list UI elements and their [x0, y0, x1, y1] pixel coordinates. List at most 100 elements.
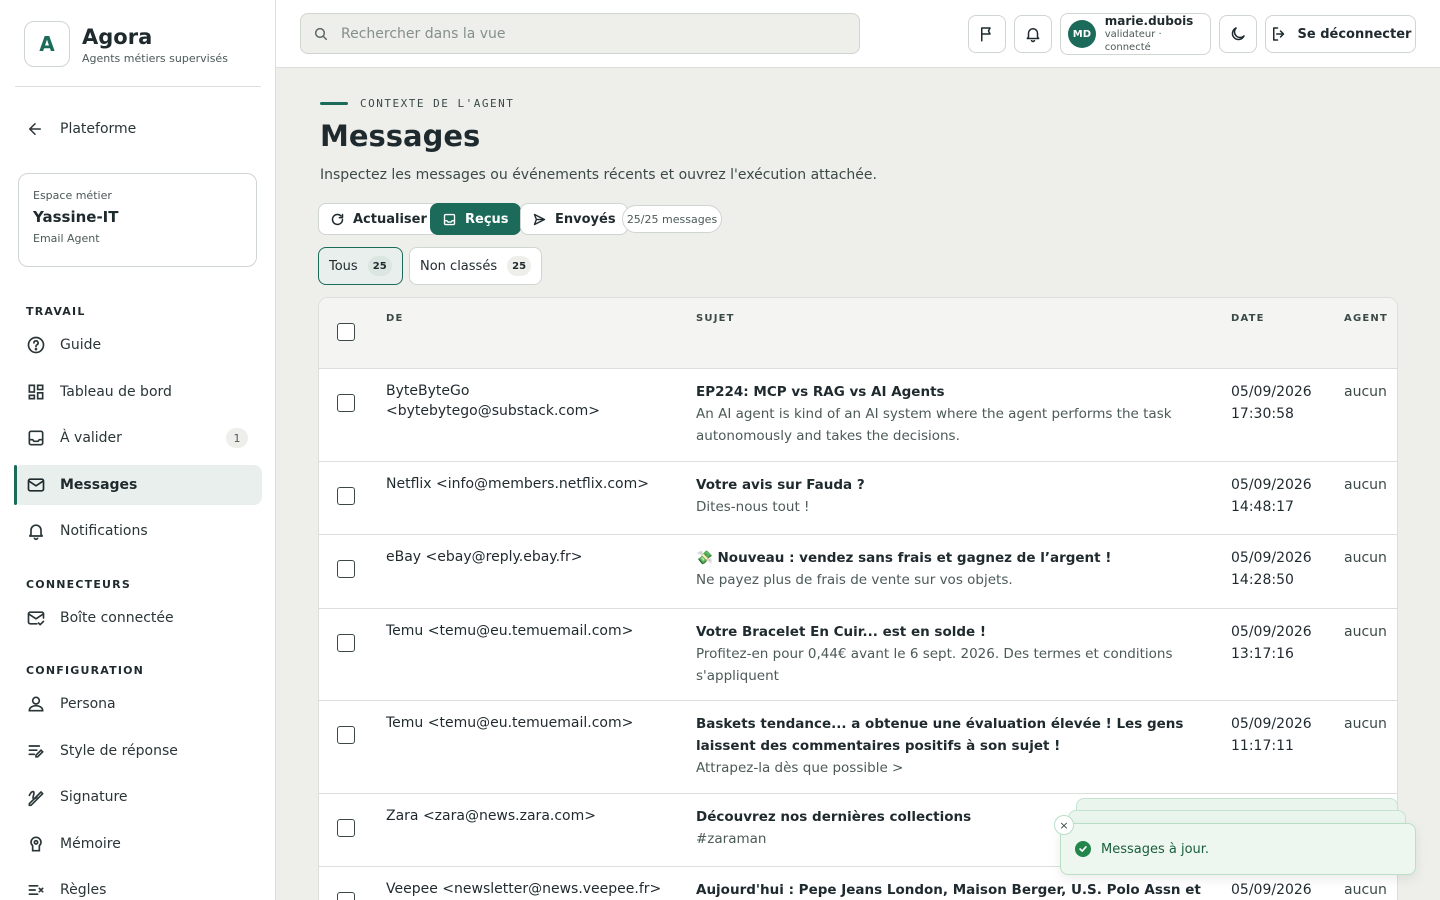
filter-unclassified[interactable]: Non classés 25	[409, 247, 543, 285]
sidebar-item-label: Règles	[60, 882, 107, 898]
theme-toggle-button[interactable]	[1219, 15, 1257, 53]
subject-title: Votre avis sur Fauda ?	[696, 477, 865, 493]
subject-preview: Ne payez plus de frais de vente sur vos …	[696, 572, 1013, 588]
page-eyebrow: CONTEXTE DE L'AGENT	[320, 97, 514, 110]
cell-from: Netflix <info@members.netflix.com>	[386, 476, 649, 492]
sidebar-item-rules[interactable]: Règles	[14, 870, 262, 900]
sidebar-item-label: Guide	[60, 337, 102, 353]
received-tab[interactable]: Reçus	[430, 203, 521, 235]
mail-icon	[27, 478, 45, 492]
subject-preview: An AI agent is kind of an AI system wher…	[696, 406, 1172, 444]
subject-title: EP224: MCP vs RAG vs AI Agents	[696, 384, 945, 400]
subject-title: 💸 Nouveau : vendez sans frais et gagnez …	[696, 550, 1112, 566]
arrow-left-icon	[29, 123, 41, 135]
table-row[interactable]: ByteByteGo <bytebytego@substack.com> EP2…	[319, 369, 1397, 462]
date-day: 05/09/2026	[1231, 624, 1312, 640]
column-header-subject: SUJET	[696, 313, 735, 324]
sidebar-item-reply-style[interactable]: Style de réponse	[14, 731, 262, 771]
refresh-label: Actualiser	[353, 211, 427, 227]
workspace-label: Espace métier	[33, 189, 112, 202]
logout-button[interactable]: Se déconnecter	[1265, 15, 1416, 53]
sidebar-item-connected-inbox[interactable]: Boîte connectée	[14, 598, 262, 638]
cell-date: 05/09/2026 14:48:17	[1231, 474, 1321, 518]
subject-preview: Profitez-en pour 0,44€ avant le 6 sept. …	[696, 646, 1173, 684]
sidebar-item-memory[interactable]: Mémoire	[14, 824, 262, 864]
sidebar-item-to-validate[interactable]: À valider 1	[14, 418, 262, 458]
date-time: 13:17:16	[1231, 646, 1294, 662]
sidebar-item-signature[interactable]: Signature	[14, 777, 262, 817]
dashboard-icon	[28, 384, 44, 400]
filter-count: 25	[507, 256, 532, 276]
moon-icon	[1231, 27, 1245, 41]
row-checkbox[interactable]	[337, 726, 355, 744]
toast-message: Messages à jour.	[1101, 841, 1210, 857]
table-row[interactable]: Netflix <info@members.netflix.com> Votre…	[319, 462, 1397, 535]
sidebar-item-notifications[interactable]: Notifications	[14, 511, 262, 551]
date-time: 11:17:11	[1231, 738, 1294, 754]
date-time: 14:48:17	[1231, 499, 1294, 515]
page-description: Inspectez les messages ou événements réc…	[320, 167, 877, 183]
row-checkbox[interactable]	[337, 560, 355, 578]
cell-date: 05/09/2026 17:30:58	[1231, 381, 1321, 425]
avatar: MD	[1068, 20, 1096, 48]
topbar: MD marie.dubois validateur · connecté Se…	[276, 0, 1440, 68]
page-title: Messages	[320, 119, 481, 153]
date-day: 05/09/2026	[1231, 882, 1312, 898]
row-checkbox[interactable]	[337, 892, 355, 900]
refresh-icon	[331, 213, 344, 225]
row-checkbox[interactable]	[337, 394, 355, 412]
search-box[interactable]	[300, 13, 860, 54]
table-row[interactable]: eBay <ebay@reply.ebay.fr> 💸 Nouveau : ve…	[319, 535, 1397, 609]
mail-check-icon	[27, 611, 45, 626]
select-all-checkbox[interactable]	[337, 323, 355, 341]
brand-subtitle: Agents métiers supervisés	[82, 51, 228, 65]
logout-icon	[1272, 27, 1284, 41]
sent-label: Envoyés	[555, 211, 616, 227]
rules-icon	[28, 885, 44, 895]
row-checkbox[interactable]	[337, 487, 355, 505]
sidebar-item-dashboard[interactable]: Tableau de bord	[14, 372, 262, 412]
filter-label: Non classés	[420, 258, 498, 274]
sidebar-item-messages[interactable]: Messages	[14, 465, 262, 505]
toast-close-button[interactable]: ×	[1054, 815, 1074, 835]
sidebar-item-guide[interactable]: Guide	[14, 325, 262, 365]
column-header-agent: AGENT	[1344, 313, 1388, 324]
sidebar-item-persona[interactable]: Persona	[14, 684, 262, 724]
sidebar-item-label: Messages	[60, 477, 138, 493]
cell-from: Temu <temu@eu.temuemail.com>	[386, 623, 634, 639]
cell-date: 05/09/2026 13:17:16	[1231, 621, 1321, 665]
cell-subject: EP224: MCP vs RAG vs AI Agents An AI age…	[696, 381, 1201, 447]
date-day: 05/09/2026	[1231, 550, 1312, 566]
brand[interactable]: A Agora Agents métiers supervisés	[24, 21, 228, 67]
table-row[interactable]: Temu <temu@eu.temuemail.com> Baskets ten…	[319, 701, 1397, 794]
column-header-date: DATE	[1231, 313, 1265, 324]
nav-section-work: TRAVAIL	[26, 305, 86, 318]
cell-from: Veepee <newsletter@news.veepee.fr>	[386, 881, 662, 897]
back-to-platform-link[interactable]: Plateforme	[26, 120, 136, 138]
user-name: marie.dubois	[1104, 14, 1194, 28]
filter-all[interactable]: Tous 25	[318, 247, 403, 285]
cell-from: eBay <ebay@reply.ebay.fr>	[386, 549, 583, 565]
table-row[interactable]: Temu <temu@eu.temuemail.com> Votre Brace…	[319, 609, 1397, 701]
workspace-card[interactable]: Espace métier Yassine-IT Email Agent	[18, 173, 257, 267]
cell-date: 05/09/2026 14:28:50	[1231, 547, 1321, 591]
sidebar-item-label: Mémoire	[60, 836, 121, 852]
subject-title: Aujourd'hui : Pepe Jeans London, Maison …	[696, 882, 1201, 898]
notifications-button[interactable]	[1014, 15, 1052, 53]
user-menu[interactable]: MD marie.dubois validateur · connecté	[1060, 13, 1211, 55]
row-checkbox[interactable]	[337, 634, 355, 652]
row-checkbox[interactable]	[337, 819, 355, 837]
cell-subject: Aujourd'hui : Pepe Jeans London, Maison …	[696, 879, 1201, 900]
search-input[interactable]	[341, 25, 821, 42]
back-label: Plateforme	[60, 121, 137, 137]
sent-tab[interactable]: Envoyés	[520, 203, 628, 235]
message-count-pill: 25/25 messages	[622, 205, 722, 233]
cell-agent: aucun	[1344, 624, 1387, 640]
sidebar-item-label: Style de réponse	[60, 743, 178, 759]
sidebar-item-label: Notifications	[60, 523, 148, 539]
nav-section-config: CONFIGURATION	[26, 664, 145, 677]
user-role: validateur · connecté	[1104, 29, 1162, 53]
cell-agent: aucun	[1344, 384, 1387, 400]
flag-button[interactable]	[968, 15, 1006, 53]
refresh-button[interactable]: Actualiser	[318, 203, 439, 235]
